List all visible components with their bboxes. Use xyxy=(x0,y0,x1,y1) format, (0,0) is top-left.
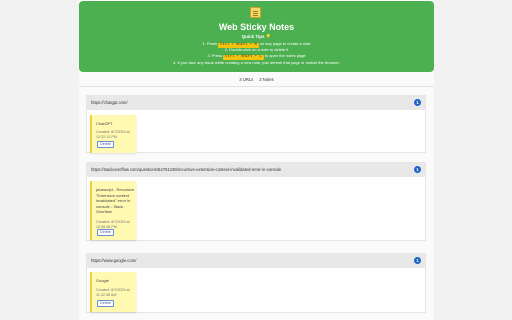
note-text: ChatGPT xyxy=(96,121,113,126)
note-count-badge: 1 xyxy=(414,257,421,264)
quick-tips-title: Quick Tips 💡 xyxy=(241,34,272,39)
group-url[interactable]: https://stackoverflow.com/questions/5476… xyxy=(91,167,281,172)
url-group-header[interactable]: https://chatgpt.com/ 1 xyxy=(87,96,425,110)
stats-bar: 3 URLs 3 Notes xyxy=(79,77,434,82)
tip-3: 3. Press Ctrl + Shift + L to open the no… xyxy=(207,53,306,60)
delete-button[interactable]: Delete xyxy=(97,141,114,148)
delete-button[interactable]: Delete xyxy=(97,300,114,307)
url-group: https://www.google.com/ 1 Google Created… xyxy=(86,253,426,313)
note-count-badge: 1 xyxy=(414,166,421,173)
sticky-note[interactable]: javascript - Recursive "Extension contex… xyxy=(90,181,136,240)
note-created-date: Created: 8/7/2025 at 11:22:38 AM xyxy=(96,288,130,297)
group-url[interactable]: https://www.google.com/ xyxy=(91,258,136,263)
url-count: 3 URLs xyxy=(239,77,254,82)
tip-2: 2. Double-click on a note to delete it xyxy=(224,47,289,52)
sticky-note[interactable]: ChatGPT Created: 8/7/2025 at 12:32:13 PM… xyxy=(90,115,136,153)
divider xyxy=(79,86,434,87)
delete-button[interactable]: Delete xyxy=(97,229,114,236)
page-title: Web Sticky Notes xyxy=(218,22,295,32)
note-count-badge: 1 xyxy=(414,99,421,106)
tip-4: 4. If you face any issue while creating … xyxy=(173,60,340,65)
note-text: Google xyxy=(96,278,109,283)
sticky-note[interactable]: Google Created: 8/7/2025 at 11:22:38 AM … xyxy=(90,272,136,312)
sticky-note-logo-icon xyxy=(250,7,261,18)
group-url[interactable]: https://chatgpt.com/ xyxy=(91,100,128,105)
url-group: https://stackoverflow.com/questions/5476… xyxy=(86,162,426,241)
url-group-header[interactable]: https://www.google.com/ 1 xyxy=(87,254,425,268)
note-created-date: Created: 8/7/2025 at 12:32:13 PM xyxy=(96,130,130,139)
url-group: https://chatgpt.com/ 1 ChatGPT Created: … xyxy=(86,95,426,153)
url-group-header[interactable]: https://stackoverflow.com/questions/5476… xyxy=(87,163,425,177)
note-count: 3 Notes xyxy=(259,77,274,82)
header-banner: Web Sticky Notes Quick Tips 💡 1. Press C… xyxy=(79,1,434,72)
note-text: javascript - Recursive "Extension contex… xyxy=(96,187,135,215)
